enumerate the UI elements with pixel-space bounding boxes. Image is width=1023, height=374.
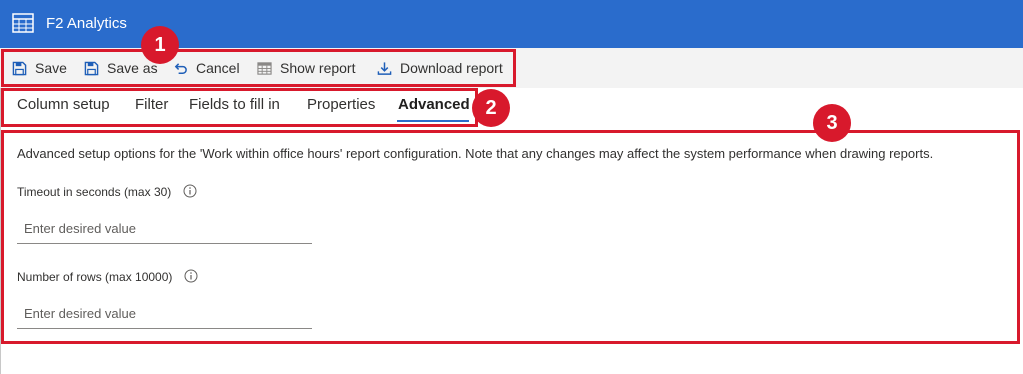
timeout-label: Timeout in seconds (max 30)	[17, 184, 197, 201]
rows-label: Number of rows (max 10000)	[17, 269, 198, 286]
tab-column-setup[interactable]: Column setup	[17, 96, 110, 113]
undo-arrow-icon	[174, 62, 187, 74]
tab-advanced[interactable]: Advanced	[398, 96, 470, 113]
rows-input[interactable]	[17, 299, 312, 329]
annotation-badge-3: 3	[813, 104, 851, 142]
save-button[interactable]: Save	[12, 48, 67, 88]
info-circle-icon[interactable]	[184, 269, 198, 286]
save-label: Save	[35, 60, 67, 76]
app-title: F2 Analytics	[46, 15, 127, 32]
info-circle-icon[interactable]	[183, 184, 197, 201]
table-calendar-icon	[257, 61, 272, 75]
tab-fields-to-fill-in[interactable]: Fields to fill in	[189, 96, 280, 113]
download-icon	[377, 61, 392, 75]
tab-filter[interactable]: Filter	[135, 96, 168, 113]
cancel-button[interactable]: Cancel	[173, 48, 240, 88]
cancel-label: Cancel	[196, 60, 240, 76]
save-as-label: Save as	[107, 60, 158, 76]
active-tab-indicator	[397, 120, 469, 122]
timeout-input[interactable]	[17, 214, 312, 244]
floppy-disk-icon	[12, 61, 27, 75]
annotation-badge-2: 2	[472, 89, 510, 127]
tab-properties[interactable]: Properties	[307, 96, 375, 113]
show-report-label: Show report	[280, 60, 356, 76]
rows-label-text: Number of rows (max 10000)	[17, 270, 173, 284]
timeout-label-text: Timeout in seconds (max 30)	[17, 185, 172, 199]
annotation-badge-1: 1	[141, 26, 179, 64]
content-left-border	[0, 88, 1, 374]
download-report-button[interactable]: Download report	[377, 48, 503, 88]
description-text: Advanced setup options for the 'Work wit…	[17, 146, 934, 161]
report-grid-icon	[12, 13, 34, 33]
download-report-label: Download report	[400, 60, 503, 76]
show-report-button[interactable]: Show report	[257, 48, 355, 88]
floppy-disk-icon	[84, 61, 99, 75]
